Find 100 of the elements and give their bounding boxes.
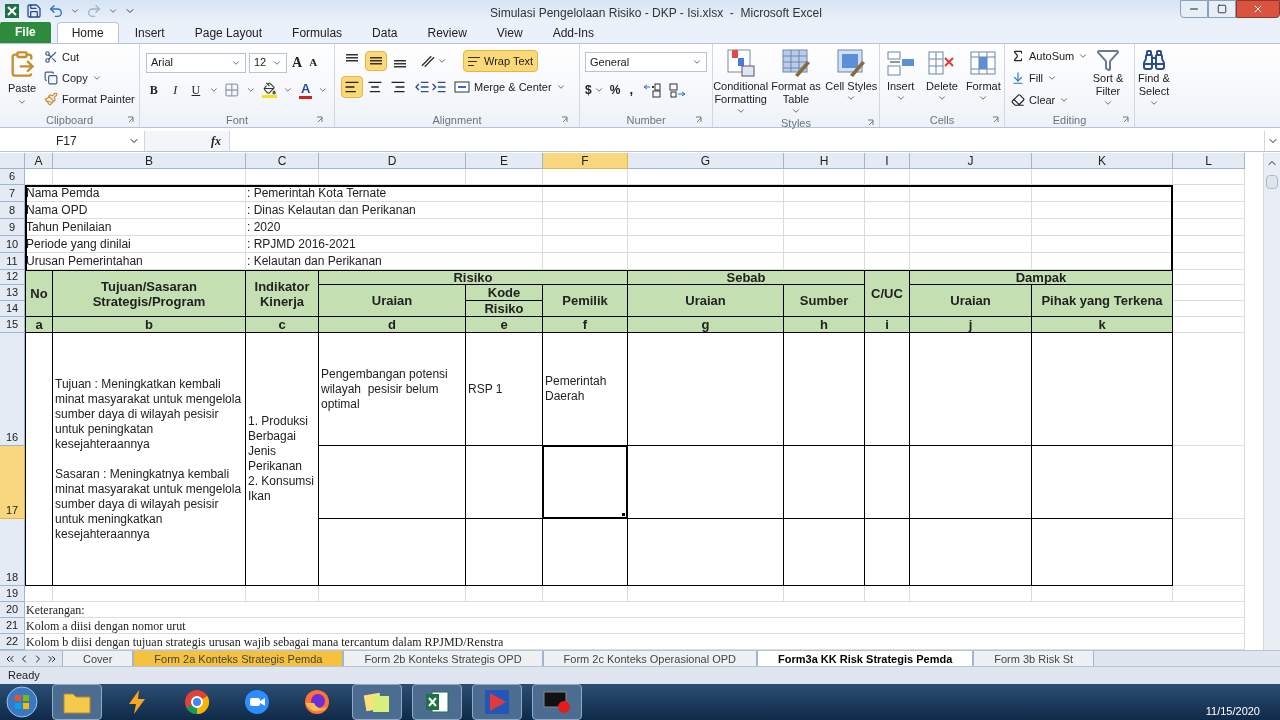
grid-cell <box>1173 236 1245 253</box>
column-letter: k <box>1032 317 1173 333</box>
currency-button[interactable]: $ <box>585 80 604 99</box>
ribbon-tab[interactable]: Data <box>358 22 412 43</box>
percent-button[interactable]: % <box>609 80 621 99</box>
autosum-button[interactable]: AutoSum <box>1011 46 1089 66</box>
cells-button[interactable]: Delete <box>923 48 961 113</box>
copy-button[interactable]: Copy <box>44 69 135 87</box>
horizontal-align-button[interactable] <box>341 76 363 98</box>
paste-button[interactable]: Paste <box>6 48 38 113</box>
dialog-launcher-icon[interactable] <box>561 116 569 124</box>
underline-button[interactable]: U <box>189 81 203 99</box>
column-heading: Uraian <box>910 285 1032 317</box>
merge-center-button[interactable]: Merge & Center <box>452 76 568 98</box>
borders-icon[interactable] <box>224 82 240 98</box>
caret-icon <box>91 73 102 83</box>
group-label: Styles <box>781 115 811 131</box>
grid-cell <box>1173 253 1245 270</box>
font-name-field[interactable]: Arial <box>146 52 246 73</box>
close-icon <box>1252 3 1264 15</box>
caret-icon <box>1047 73 1058 83</box>
column-letter: f <box>543 317 628 333</box>
expand-formula-button[interactable] <box>1264 130 1280 151</box>
ribbon-tab[interactable]: Page Layout <box>180 22 277 43</box>
grow-font-button[interactable]: A <box>290 52 305 73</box>
undo-icon[interactable] <box>48 3 64 19</box>
number-format-field[interactable]: General <box>585 52 707 72</box>
info-label: Nama OPD <box>26 204 88 217</box>
scroll-thumb[interactable] <box>1266 175 1278 189</box>
note-text: Kolom a diisi dengan nomor urut <box>26 620 186 633</box>
sheet-tab[interactable]: Cover <box>62 650 134 667</box>
window-title: Simulasi Pengelolaan Risiko - DKP - Isi.xlsx - Microsoft Excel <box>490 5 822 22</box>
comma-button[interactable]: , <box>626 80 637 100</box>
ribbon-tab[interactable]: Add-Ins <box>538 22 608 43</box>
style-button[interactable]: Format as Table <box>768 48 824 116</box>
find-select-button[interactable]: Find & Select <box>1133 48 1175 108</box>
ribbon-tab[interactable]: Formulas <box>278 22 357 43</box>
grid-cell <box>865 236 910 253</box>
increase-indent-icon[interactable] <box>431 79 447 95</box>
caret-icon <box>555 82 566 92</box>
style-button[interactable]: Conditional Formatting <box>713 48 769 116</box>
sheet-tab[interactable]: Form 2a Konteks Strategis Pemda <box>133 650 344 667</box>
dialog-launcher-icon[interactable] <box>867 119 875 127</box>
font-color-button[interactable]: A <box>298 81 313 99</box>
cells-button[interactable]: Format <box>964 48 1003 113</box>
binoculars-icon <box>1140 48 1168 72</box>
column-header: L <box>1173 153 1245 169</box>
sheet-tab[interactable]: Form 3b Risk St <box>973 650 1095 667</box>
fill-button[interactable]: Fill <box>1011 68 1089 88</box>
clock-date: 11/15/2020 <box>1205 703 1260 719</box>
wrap-text-icon <box>468 56 480 66</box>
ribbon-tab[interactable]: Review <box>413 22 481 43</box>
ribbon-tab[interactable]: View <box>482 22 537 43</box>
record-icon <box>542 689 572 715</box>
sheet-tab[interactable]: Form 2c Konteks Operasional OPD <box>542 650 757 667</box>
caret-icon <box>692 57 702 67</box>
sheet-tab[interactable]: Form3a KK Risk Strategis Pemda <box>757 650 974 667</box>
increase-decimal-icon[interactable] <box>642 81 663 98</box>
grid-cell <box>865 169 910 185</box>
italic-button[interactable]: I <box>167 81 184 99</box>
shrink-font-button[interactable]: A <box>307 54 320 71</box>
taskbar-app[interactable] <box>532 684 582 720</box>
format-painter-button[interactable]: Format Painter <box>44 90 135 108</box>
dialog-launcher-icon[interactable] <box>127 116 135 124</box>
maximize-button[interactable] <box>1208 0 1236 18</box>
sheet-tab[interactable]: Form 2b Konteks Strategis OPD <box>343 650 543 667</box>
eraser-icon <box>1011 93 1025 107</box>
vertical-align-button[interactable] <box>365 51 387 71</box>
fill-color-icon[interactable] <box>261 82 278 98</box>
align-icon <box>390 79 406 95</box>
file-tab[interactable]: File <box>0 21 51 43</box>
clear-button[interactable]: Clear <box>1011 90 1089 110</box>
info-value: : 2020 <box>247 221 281 234</box>
function-button[interactable]: fx <box>211 131 221 150</box>
ribbon-tab[interactable]: Insert <box>120 22 179 43</box>
save-icon[interactable] <box>26 3 42 19</box>
font-size-field[interactable]: 12 <box>249 52 287 73</box>
selected-cell[interactable] <box>542 445 628 519</box>
dialog-launcher-icon[interactable] <box>1122 116 1130 124</box>
style-button[interactable]: Cell Styles <box>823 48 879 116</box>
cut-button[interactable]: Cut <box>44 48 135 66</box>
dialog-launcher-icon[interactable] <box>316 116 324 124</box>
ribbon-tab[interactable]: Home <box>56 22 119 43</box>
table-cell-text: Pemerintah Daerah <box>545 374 608 404</box>
column-letter: d <box>319 317 466 333</box>
info-label: Tahun Penilaian <box>26 221 112 234</box>
row-header: 14 <box>0 301 25 317</box>
close-button[interactable] <box>1236 0 1280 18</box>
notes-icon <box>363 690 391 714</box>
scissors-icon <box>44 50 58 64</box>
dialog-launcher-icon[interactable] <box>992 116 1000 124</box>
sort-filter-button[interactable]: Sort & Filter <box>1087 48 1129 108</box>
cells-button[interactable]: Insert <box>881 48 920 113</box>
dialog-launcher-icon[interactable] <box>695 116 703 124</box>
browser-icon <box>184 689 210 715</box>
orientation-icon[interactable] <box>421 54 435 68</box>
decrease-indent-icon[interactable] <box>414 79 430 95</box>
wrap-text-button[interactable]: Wrap Text <box>463 50 539 72</box>
minimize-button[interactable] <box>1180 0 1208 18</box>
bold-button[interactable]: B <box>146 81 162 99</box>
